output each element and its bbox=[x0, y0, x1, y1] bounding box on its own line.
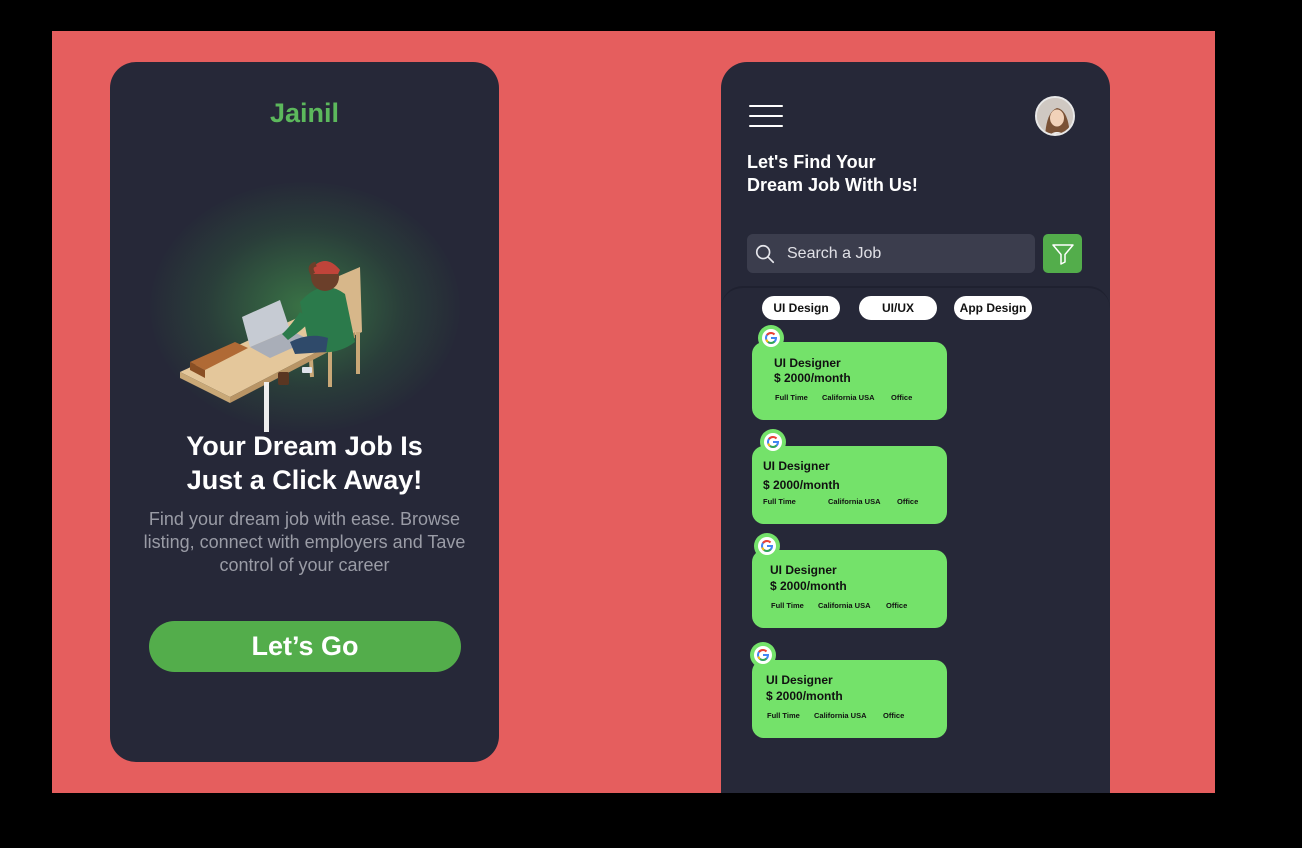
google-logo-icon bbox=[758, 325, 784, 351]
lets-go-button[interactable]: Let’s Go bbox=[149, 621, 461, 672]
canvas: Jainil Your Dream Job Is Just a Click Aw… bbox=[52, 31, 1215, 793]
page-title-line-2: Dream Job With Us! bbox=[747, 175, 918, 195]
job-salary: $ 2000/month bbox=[770, 579, 847, 593]
search-bar[interactable] bbox=[747, 234, 1035, 273]
chip-ui-design[interactable]: UI Design bbox=[762, 296, 840, 320]
job-salary: $ 2000/month bbox=[763, 478, 840, 492]
job-tag-location: California USA bbox=[828, 497, 881, 506]
google-logo-icon bbox=[754, 533, 780, 559]
job-tag-type: Full Time bbox=[767, 711, 800, 720]
job-list-screen: Let's Find Your Dream Job With Us! UI De… bbox=[721, 62, 1110, 793]
menu-icon[interactable] bbox=[749, 105, 783, 127]
job-tag-type: Full Time bbox=[771, 601, 804, 610]
chip-ui-ux[interactable]: UI/UX bbox=[859, 296, 937, 320]
subtext: Find your dream job with ease. Browse li… bbox=[143, 509, 466, 575]
avatar[interactable] bbox=[1035, 96, 1075, 136]
headline-line-1: Your Dream Job Is bbox=[186, 431, 423, 461]
search-input[interactable] bbox=[787, 244, 1007, 263]
job-tag-workplace: Office bbox=[886, 601, 908, 610]
job-salary: $ 2000/month bbox=[774, 371, 851, 385]
job-tag-location: California USA bbox=[814, 711, 867, 720]
page-title: Let's Find Your Dream Job With Us! bbox=[747, 151, 1007, 197]
google-logo-icon bbox=[750, 642, 776, 668]
job-tag-location: California USA bbox=[822, 393, 875, 402]
page-title-line-1: Let's Find Your bbox=[747, 152, 876, 172]
filter-button[interactable] bbox=[1043, 234, 1082, 273]
chip-app-design[interactable]: App Design bbox=[954, 296, 1032, 320]
onboarding-screen: Jainil Your Dream Job Is Just a Click Aw… bbox=[110, 62, 499, 762]
job-tag-workplace: Office bbox=[883, 711, 905, 720]
job-tag-type: Full Time bbox=[763, 497, 796, 506]
job-tag-workplace: Office bbox=[897, 497, 919, 506]
user-photo bbox=[1037, 98, 1073, 134]
job-card[interactable]: UI Designer $ 2000/month Full Time Calif… bbox=[752, 446, 947, 524]
headline-line-2: Just a Click Away! bbox=[186, 465, 423, 495]
person-at-desk-illustration bbox=[180, 261, 362, 432]
job-salary: $ 2000/month bbox=[766, 689, 843, 703]
job-tag-workplace: Office bbox=[891, 393, 913, 402]
job-card[interactable]: UI Designer $ 2000/month Full Time Calif… bbox=[752, 660, 947, 738]
job-role: UI Designer bbox=[770, 563, 837, 577]
brand-logo: Jainil bbox=[269, 98, 340, 128]
headline: Your Dream Job Is Just a Click Away! bbox=[110, 429, 499, 497]
job-tag-type: Full Time bbox=[775, 393, 808, 402]
search-icon bbox=[755, 244, 775, 263]
hero-illustration bbox=[150, 182, 460, 432]
google-logo-icon bbox=[760, 429, 786, 455]
filter-icon bbox=[1051, 243, 1074, 265]
job-card[interactable]: UI Designer $ 2000/month Full Time Calif… bbox=[752, 342, 947, 420]
job-card[interactable]: UI Designer $ 2000/month Full Time Calif… bbox=[752, 550, 947, 628]
job-role: UI Designer bbox=[766, 673, 833, 687]
job-role: UI Designer bbox=[763, 459, 830, 473]
job-role: UI Designer bbox=[774, 356, 841, 370]
job-tag-location: California USA bbox=[818, 601, 871, 610]
